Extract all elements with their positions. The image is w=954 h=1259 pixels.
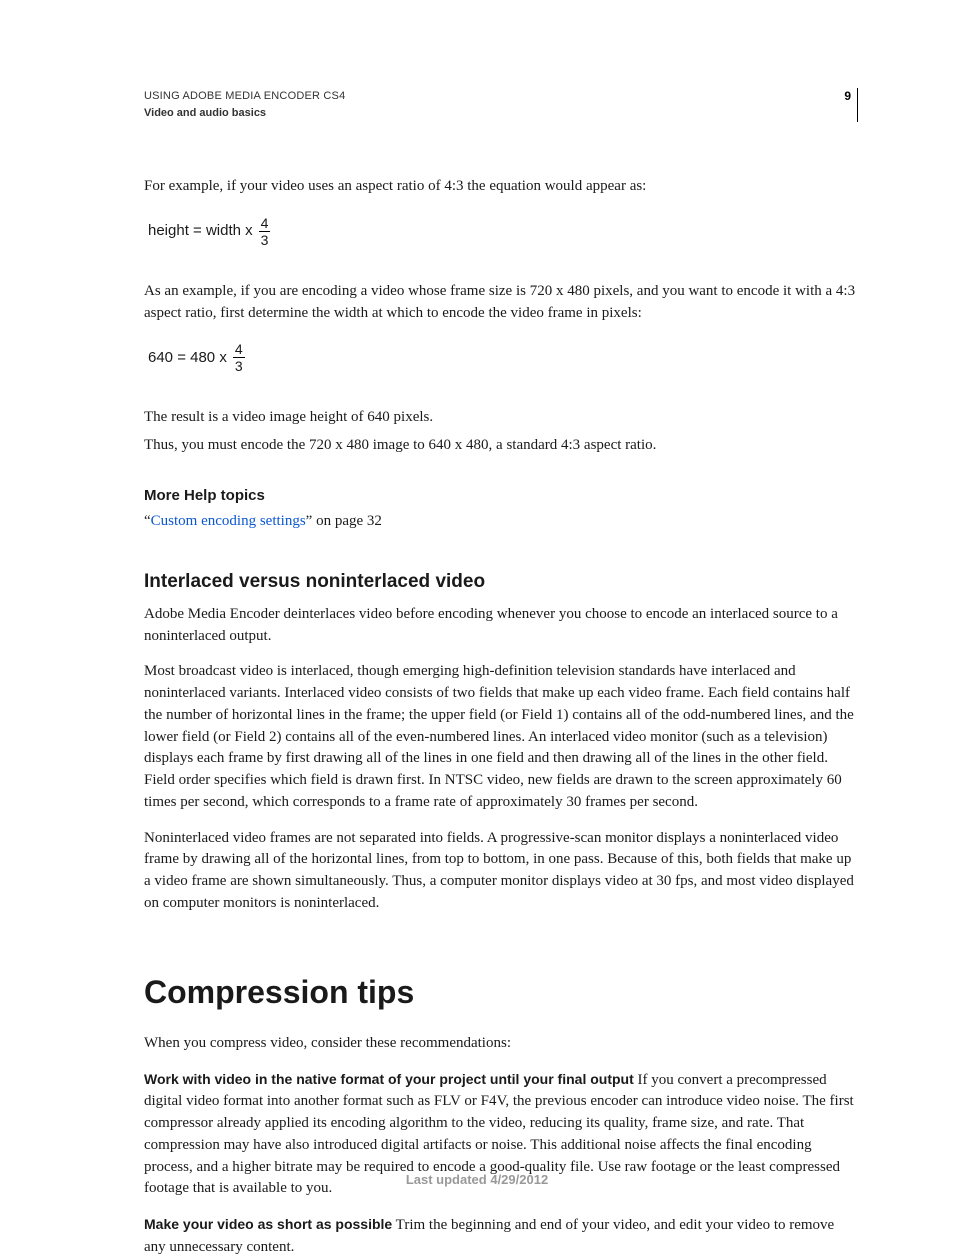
page-number: 9 bbox=[844, 88, 858, 122]
fraction-numerator: 4 bbox=[259, 216, 271, 232]
tip-runin-heading: Work with video in the native format of … bbox=[144, 1071, 634, 1087]
paragraph: Noninterlaced video frames are not separ… bbox=[144, 828, 858, 915]
more-help-line: “Custom encoding settings” on page 32 bbox=[144, 511, 858, 533]
paragraph: Adobe Media Encoder deinterlaces video b… bbox=[144, 604, 858, 648]
tip-runin-heading: Make your video as short as possible bbox=[144, 1216, 392, 1232]
heading-compression-tips: Compression tips bbox=[144, 969, 858, 1015]
header-title-block: USING ADOBE MEDIA ENCODER CS4 Video and … bbox=[144, 88, 345, 121]
tip-paragraph: Make your video as short as possible Tri… bbox=[144, 1214, 858, 1259]
formula-height-width: height = width x 4 3 bbox=[148, 216, 858, 247]
footer-last-updated: Last updated 4/29/2012 bbox=[0, 1172, 954, 1187]
paragraph: As an example, if you are encoding a vid… bbox=[144, 281, 858, 325]
paragraph: Most broadcast video is interlaced, thou… bbox=[144, 661, 858, 813]
paragraph: For example, if your video uses an aspec… bbox=[144, 176, 858, 198]
fraction-denominator: 3 bbox=[261, 232, 269, 247]
page-header: USING ADOBE MEDIA ENCODER CS4 Video and … bbox=[144, 88, 858, 122]
paragraph: When you compress video, consider these … bbox=[144, 1033, 858, 1055]
header-product-line: USING ADOBE MEDIA ENCODER CS4 bbox=[144, 88, 345, 105]
quote-close-text: ” on page 32 bbox=[306, 513, 382, 529]
formula-640-480: 640 = 480 x 4 3 bbox=[148, 342, 858, 373]
formula-lhs: 640 = 480 x bbox=[148, 347, 227, 369]
fraction-denominator: 3 bbox=[235, 358, 243, 373]
body-content: For example, if your video uses an aspec… bbox=[144, 176, 858, 1259]
fraction-4-3: 4 3 bbox=[233, 342, 245, 373]
fraction-numerator: 4 bbox=[233, 342, 245, 358]
quote-open: “ bbox=[144, 513, 151, 529]
document-page: USING ADOBE MEDIA ENCODER CS4 Video and … bbox=[0, 0, 954, 1235]
more-help-heading: More Help topics bbox=[144, 485, 858, 507]
heading-interlaced: Interlaced versus noninterlaced video bbox=[144, 568, 858, 596]
paragraph: Thus, you must encode the 720 x 480 imag… bbox=[144, 435, 858, 457]
fraction-4-3: 4 3 bbox=[259, 216, 271, 247]
link-custom-encoding-settings[interactable]: Custom encoding settings bbox=[151, 513, 306, 529]
formula-lhs: height = width x bbox=[148, 220, 253, 242]
paragraph: The result is a video image height of 64… bbox=[144, 407, 858, 429]
header-chapter-line: Video and audio basics bbox=[144, 105, 345, 122]
